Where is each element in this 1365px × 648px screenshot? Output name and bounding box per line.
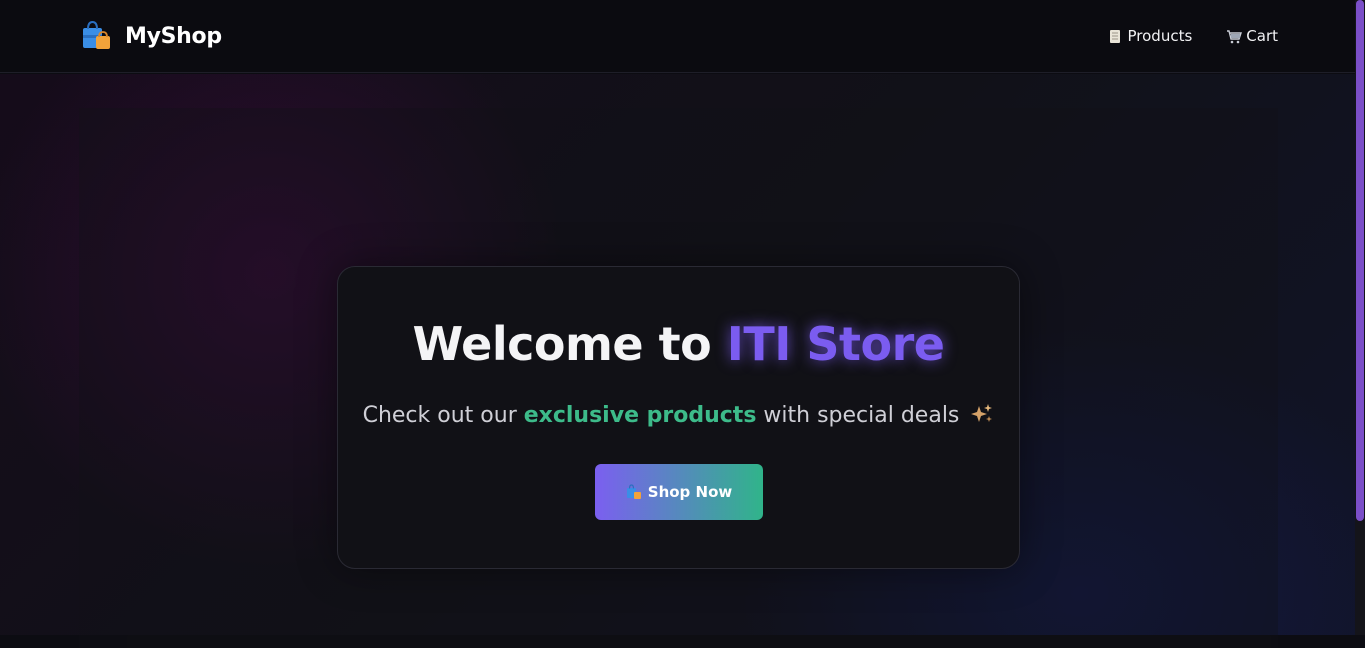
hero-card: Welcome to ITI Store Check out our exclu… — [337, 266, 1020, 569]
brand-name: MyShop — [125, 23, 222, 49]
sparkles-icon — [970, 403, 994, 425]
nav-link-cart[interactable]: Cart — [1226, 27, 1278, 45]
shopping-bags-icon — [626, 484, 642, 500]
top-navbar: MyShop Products Cart — [0, 0, 1355, 73]
scroll-icon — [1108, 29, 1123, 44]
hero-subtitle: Check out our exclusive products with sp… — [338, 403, 1019, 428]
nav-link-cart-label: Cart — [1246, 27, 1278, 45]
hero-title-prefix: Welcome to — [412, 317, 727, 371]
scrollbar-thumb[interactable] — [1356, 0, 1364, 521]
page-scrollbar[interactable] — [1355, 0, 1365, 635]
shop-now-label: Shop Now — [647, 483, 733, 501]
hero-title: Welcome to ITI Store — [338, 317, 1019, 371]
hero-subtitle-prefix: Check out our — [362, 403, 524, 428]
shop-now-button[interactable]: Shop Now — [595, 464, 763, 520]
hero-subtitle-suffix: with special deals — [756, 403, 960, 428]
hero-subtitle-highlight: exclusive products — [523, 403, 757, 428]
shopping-cart-icon — [1226, 29, 1243, 44]
shopping-bags-icon — [81, 20, 113, 51]
nav-link-products-label: Products — [1127, 27, 1193, 45]
brand[interactable]: MyShop — [81, 20, 222, 51]
hero-title-accent: ITI Store — [726, 317, 945, 371]
nav-links: Products Cart — [1108, 27, 1278, 45]
nav-link-products[interactable]: Products — [1108, 27, 1193, 45]
